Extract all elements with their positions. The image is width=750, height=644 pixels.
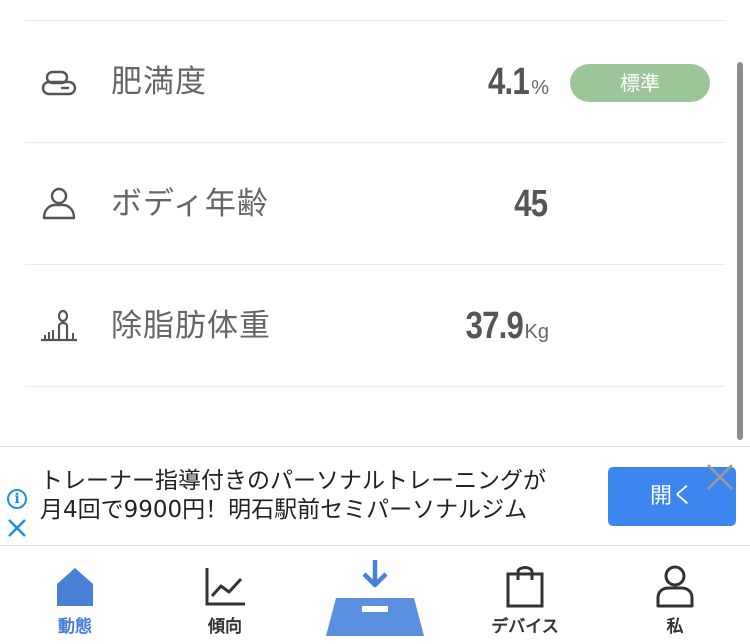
trend-chart-icon — [205, 568, 245, 606]
bottom-nav: 動態 傾向 デバイス 私 — [0, 546, 750, 644]
scale-icon — [326, 560, 424, 636]
lean-mass-icon — [41, 309, 77, 342]
ad-banner[interactable]: i トレーナー指導付きのパーソナルトレーニングが 月4回で9900円！明石駅前セ… — [0, 446, 750, 546]
divider — [25, 264, 725, 265]
nav-item-devices[interactable]: デバイス — [450, 546, 600, 644]
profile-icon — [656, 565, 694, 608]
nav-item-trend[interactable]: 傾向 — [150, 546, 300, 644]
metric-value: 4.1% — [488, 61, 549, 103]
ad-text-line: 月4回で9900円！明石駅前セミパーソナルジム — [40, 497, 528, 523]
nav-item-scale[interactable] — [300, 546, 450, 644]
close-icon[interactable] — [705, 462, 735, 492]
nav-label: デバイス — [491, 617, 559, 637]
shopping-bag-icon — [506, 566, 544, 608]
person-icon — [42, 187, 76, 220]
metric-value: 37.9 Kg — [465, 305, 549, 347]
ad-text[interactable]: トレーナー指導付きのパーソナルトレーニングが 月4回で9900円！明石駅前セミパ… — [40, 467, 600, 525]
scrollbar[interactable] — [737, 62, 743, 440]
nav-label: 傾向 — [208, 617, 242, 637]
body-fat-icon — [41, 70, 77, 96]
metric-row-body-age[interactable]: ボディ年齢 45 — [25, 144, 725, 264]
metric-label: 肥満度 — [111, 64, 207, 100]
divider — [25, 142, 725, 143]
metric-label: ボディ年齢 — [111, 186, 269, 222]
metric-row-obesity[interactable]: 肥満度 4.1% 標準 — [25, 22, 725, 142]
ad-choices-close-icon[interactable] — [6, 517, 28, 539]
status-badge: 標準 — [570, 64, 710, 102]
nav-label: 動態 — [58, 617, 92, 637]
home-icon — [57, 568, 93, 606]
metric-row-lean-mass[interactable]: 除脂肪体重 37.9 Kg — [25, 266, 725, 386]
metric-value: 45 — [513, 183, 548, 225]
divider — [25, 386, 725, 387]
nav-item-dynamics[interactable]: 動態 — [0, 546, 150, 644]
ad-text-line: トレーナー指導付きのパーソナルトレーニングが — [40, 468, 546, 494]
ad-info-icon[interactable]: i — [7, 489, 27, 509]
nav-label: 私 — [666, 617, 684, 637]
metric-label: 除脂肪体重 — [111, 308, 271, 344]
nav-item-me[interactable]: 私 — [600, 546, 750, 644]
divider — [25, 20, 725, 21]
